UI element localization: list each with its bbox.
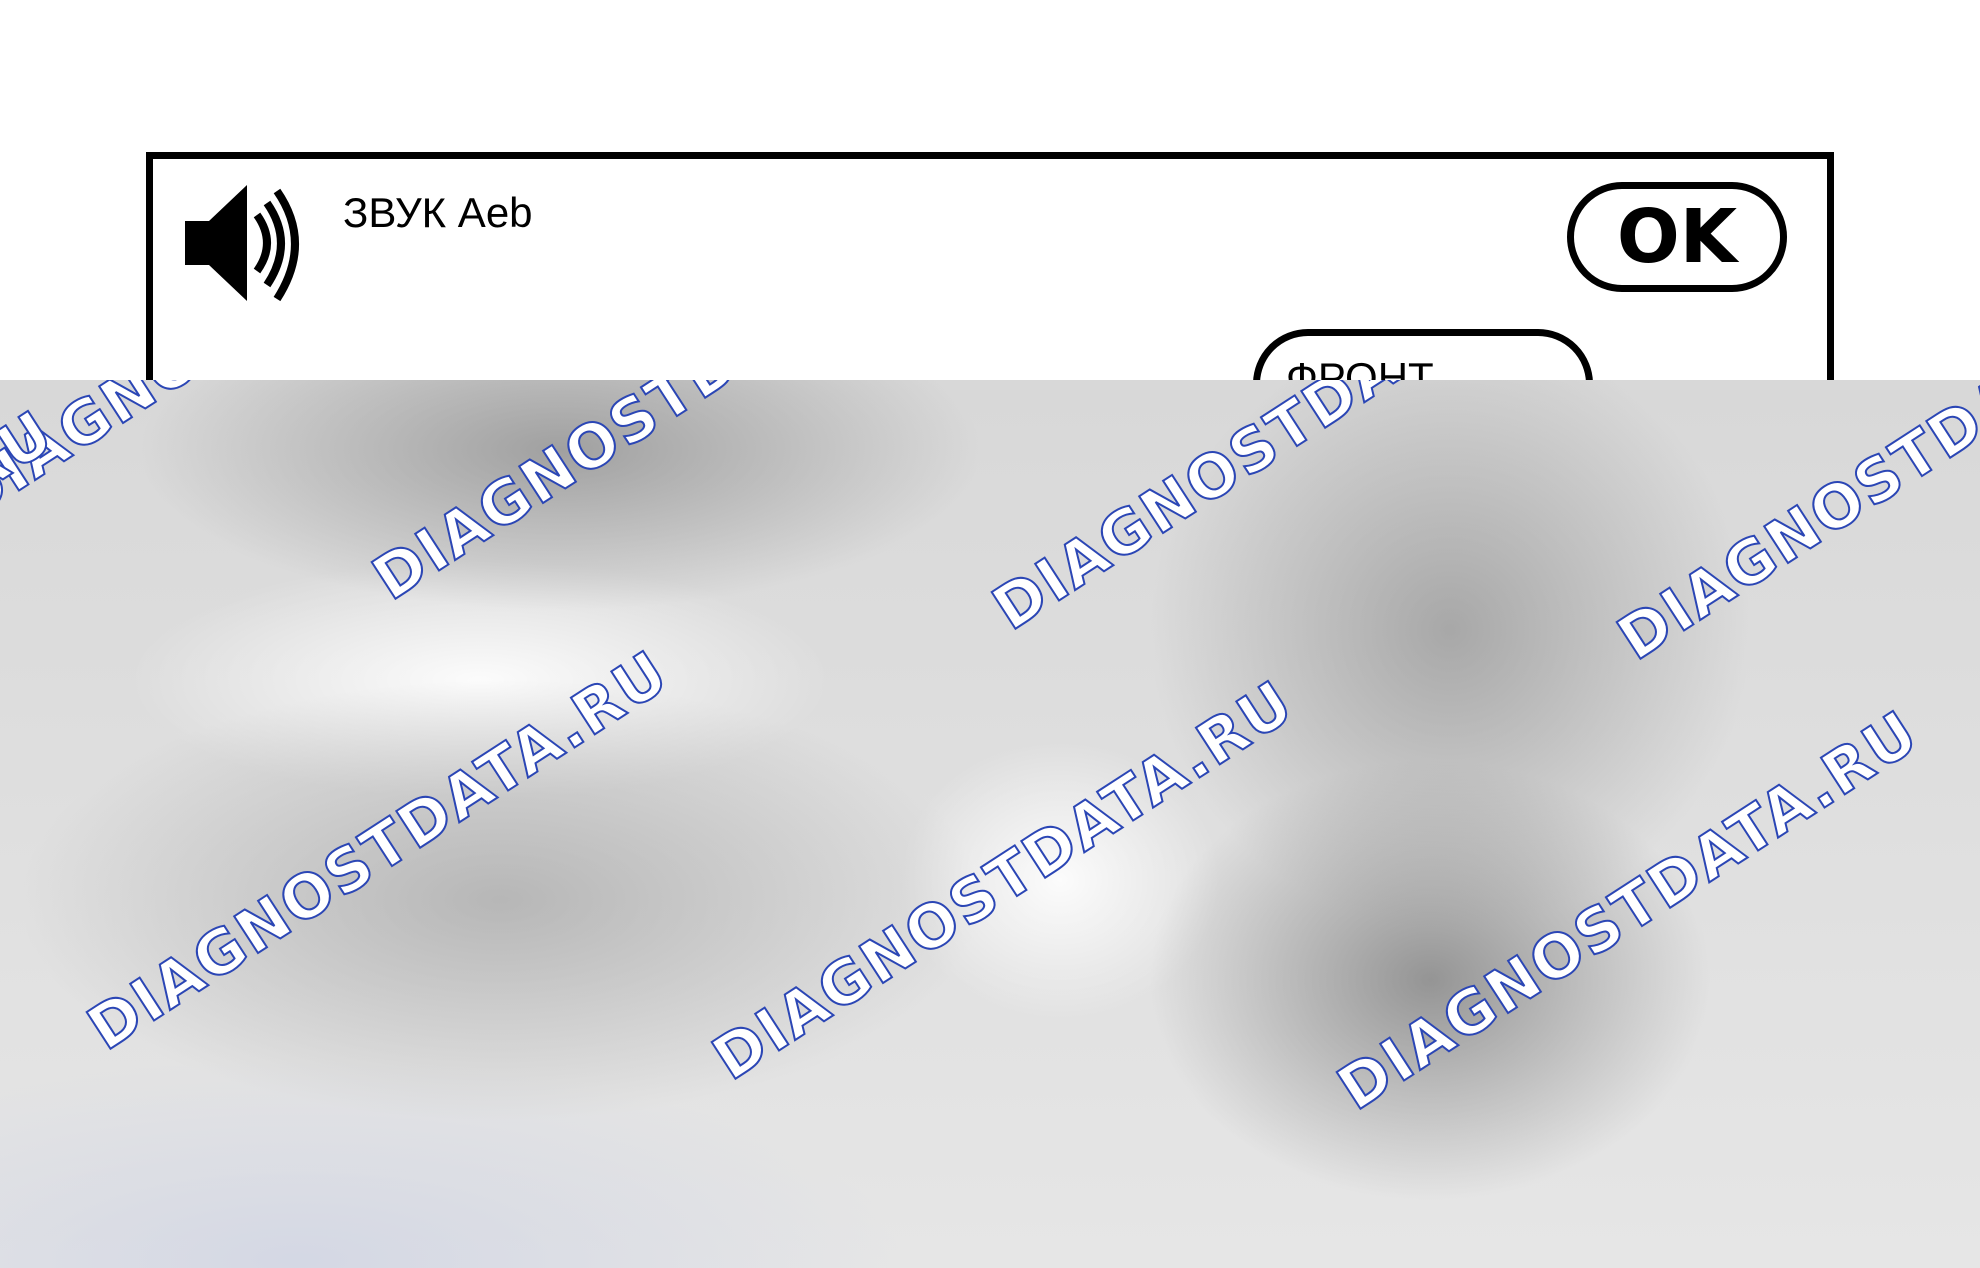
watermark-text: DIAGNOSTDATA.RU bbox=[0, 396, 67, 825]
watermark-text: DIAGNOSTDATA.RU bbox=[700, 666, 1307, 1095]
speaker-volume-icon bbox=[185, 185, 299, 302]
watermark-text: DIAGNOSTDATA.RU bbox=[980, 380, 1587, 645]
watermark-text: DIAGNOSTDATA.RU bbox=[1325, 696, 1932, 1125]
watermark-text: DIAGNOSTDATA.RU bbox=[360, 380, 967, 615]
display-screen: ЗВУК Aeb OK ФРОНТ bbox=[146, 152, 1834, 439]
watermark-text: DIAGNOSTDATA.RU bbox=[75, 636, 682, 1065]
blurred-area: DIAGNOSTDATA.RU DIAGNOSTDATA.RU DIAGNOST… bbox=[0, 380, 1980, 1268]
screen-title: ЗВУК Aeb bbox=[343, 189, 533, 236]
ok-button[interactable]: OK bbox=[1567, 182, 1787, 292]
watermark-text: DIAGNOSTDATA.RU bbox=[1605, 380, 1980, 675]
